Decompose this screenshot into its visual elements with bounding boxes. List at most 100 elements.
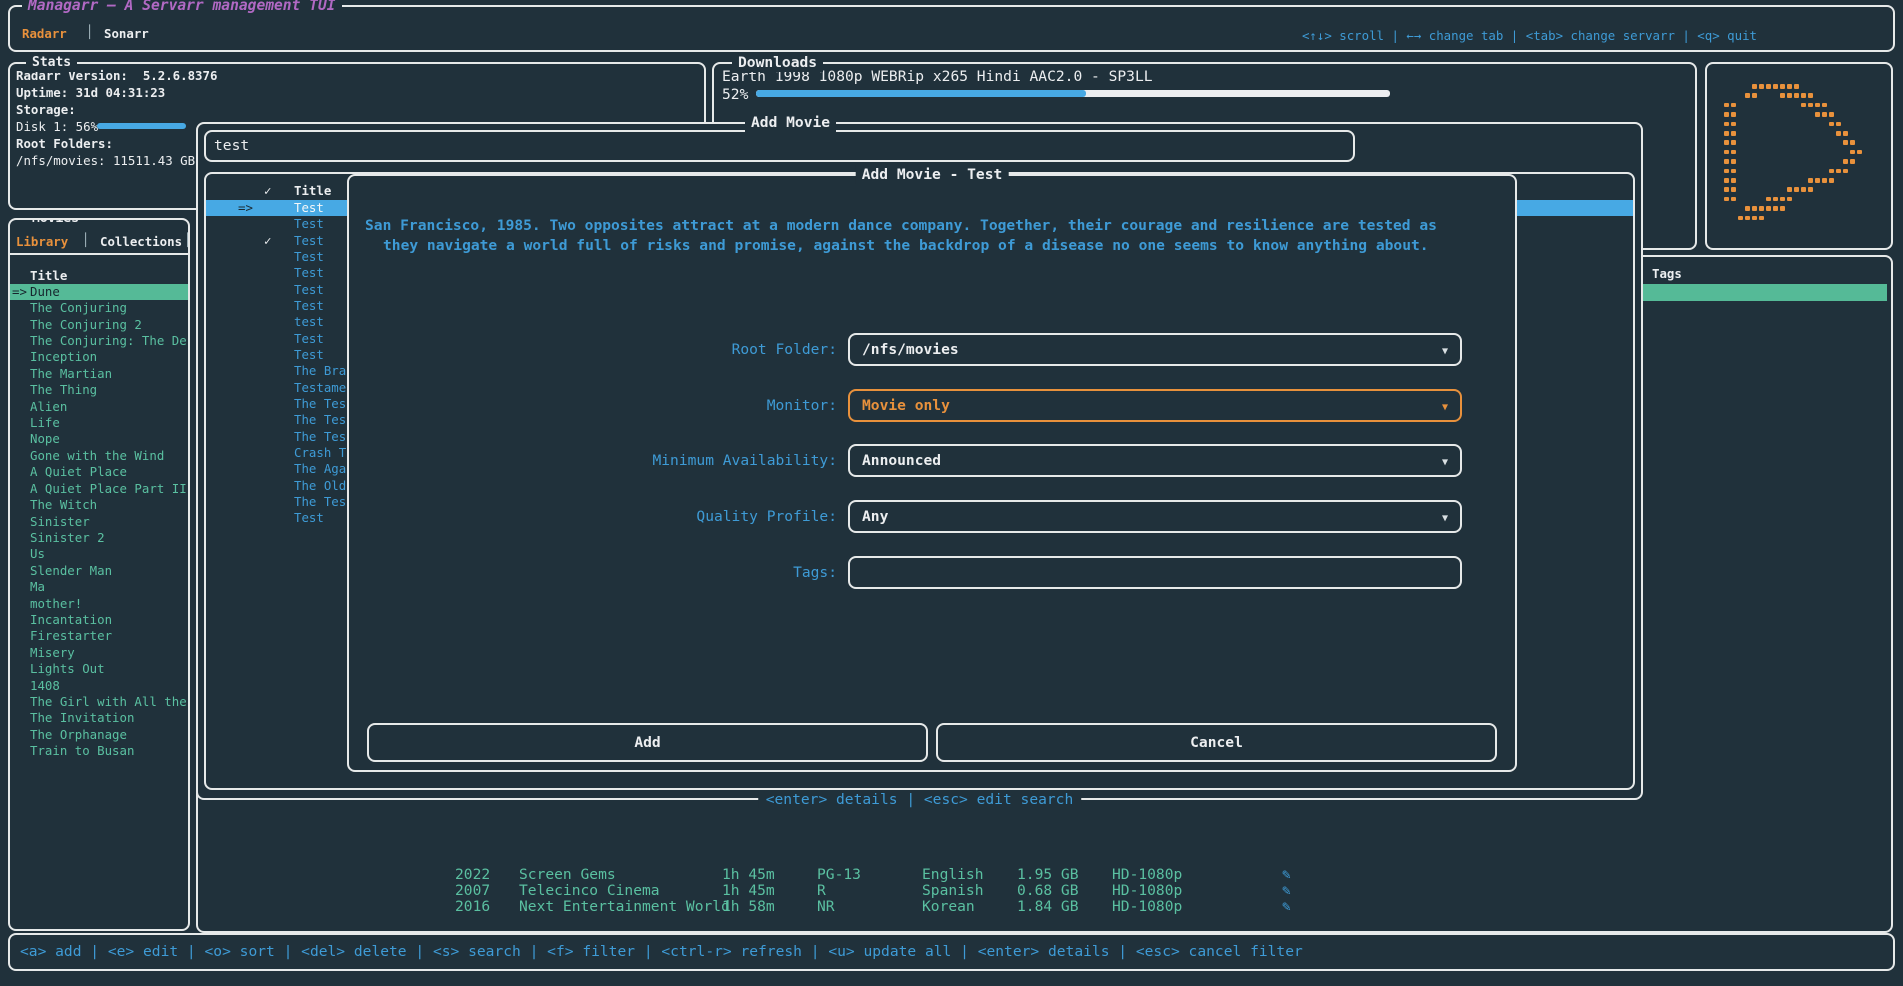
search-input-value[interactable]: test bbox=[214, 137, 249, 154]
movie-list-item[interactable]: Nope bbox=[10, 431, 188, 447]
form-field-select[interactable]: Any▼ bbox=[848, 500, 1462, 533]
stat-disk-label: Disk 1: 56% bbox=[16, 119, 98, 135]
form-field-tags-input[interactable] bbox=[848, 556, 1462, 589]
movie-list-item[interactable]: The Martian bbox=[10, 366, 188, 382]
tab-sonarr[interactable]: Sonarr bbox=[104, 26, 149, 42]
tab-separator-icon: │ bbox=[86, 24, 93, 40]
tabs-divider bbox=[8, 253, 190, 255]
movie-title: The Orphanage bbox=[30, 727, 127, 743]
movies-panel: Movies Library │ Collections │ Title =>D… bbox=[8, 218, 190, 931]
stat-root-folder-value: /nfs/movies: 11511.43 GB bbox=[16, 153, 195, 169]
movie-list-item[interactable]: mother! bbox=[10, 596, 188, 612]
movie-title: Train to Busan bbox=[30, 743, 134, 759]
movie-list-item[interactable]: Ma bbox=[10, 579, 188, 595]
cell-runtime: 1h 45m bbox=[722, 882, 775, 899]
form-field-label: Quality Profile: bbox=[349, 508, 837, 525]
add-button[interactable]: Add bbox=[367, 723, 928, 762]
movie-list-item[interactable]: =>Dune bbox=[10, 284, 188, 300]
form-field-value: Movie only bbox=[862, 397, 950, 414]
movie-list-item[interactable]: The Witch bbox=[10, 497, 188, 513]
movie-list-item[interactable]: Alien bbox=[10, 399, 188, 415]
movie-title: Sinister 2 bbox=[30, 530, 105, 546]
movie-list-item[interactable]: Firestarter bbox=[10, 628, 188, 644]
movie-title: Misery bbox=[30, 645, 75, 661]
result-title: Test bbox=[294, 200, 324, 216]
cancel-button[interactable]: Cancel bbox=[936, 723, 1497, 762]
movie-title: The Girl with All the bbox=[30, 694, 187, 710]
cell-runtime: 1h 45m bbox=[722, 866, 775, 883]
movie-list-item[interactable]: The Conjuring 2 bbox=[10, 317, 188, 333]
form-field-select[interactable]: /nfs/movies▼ bbox=[848, 333, 1462, 366]
result-title: test bbox=[294, 314, 324, 330]
search-input-box[interactable]: test bbox=[204, 130, 1355, 162]
movie-list-item[interactable]: The Thing bbox=[10, 382, 188, 398]
stat-root-folders-label: Root Folders: bbox=[16, 136, 113, 152]
stats-title: Stats bbox=[26, 53, 77, 72]
result-title: The Test bbox=[294, 412, 354, 428]
download-progress-fill bbox=[756, 90, 1086, 97]
movie-title: The Witch bbox=[30, 497, 97, 513]
result-title: Crash Te bbox=[294, 445, 354, 461]
movie-list-item[interactable]: The Conjuring: The De bbox=[10, 333, 188, 349]
movie-list-item[interactable]: Inception bbox=[10, 349, 188, 365]
movie-list-item[interactable]: The Girl with All the bbox=[10, 694, 188, 710]
result-title: Test bbox=[294, 510, 324, 526]
tab-collections[interactable]: Collections bbox=[100, 234, 182, 250]
movie-list-item[interactable]: Gone with the Wind bbox=[10, 448, 188, 464]
movie-title: The Conjuring bbox=[30, 300, 127, 316]
movie-list-item[interactable]: A Quiet Place Part II bbox=[10, 481, 188, 497]
cell-year: 2022 bbox=[455, 866, 490, 883]
result-title: Test bbox=[294, 216, 324, 232]
add-movie-modal: Add Movie - Test San Francisco, 1985. Tw… bbox=[347, 174, 1517, 772]
cell-studio: Screen Gems bbox=[519, 866, 616, 883]
movie-list-item[interactable]: 1408 bbox=[10, 678, 188, 694]
movie-list-item[interactable]: Life bbox=[10, 415, 188, 431]
movie-list-item[interactable]: The Orphanage bbox=[10, 727, 188, 743]
table-row[interactable]: 2007Telecinco Cinema1h 45mRSpanish0.68 G… bbox=[198, 882, 1887, 899]
stat-storage-label: Storage: bbox=[16, 102, 76, 118]
form-field-select[interactable]: Movie only▼ bbox=[848, 389, 1462, 422]
movie-title: A Quiet Place bbox=[30, 464, 127, 480]
cell-rating: NR bbox=[817, 898, 835, 915]
form-field-select[interactable]: Announced▼ bbox=[848, 444, 1462, 477]
movie-list-item[interactable]: Incantation bbox=[10, 612, 188, 628]
movie-title: mother! bbox=[30, 596, 82, 612]
add-movie-footer-keybinds: <enter> details | <esc> edit search bbox=[758, 791, 1082, 808]
global-keybinds: <↑↓> scroll | ←→ change tab | <tab> chan… bbox=[1302, 28, 1757, 44]
movie-title: The Conjuring 2 bbox=[30, 317, 142, 333]
movie-title: A Quiet Place Part II bbox=[30, 481, 187, 497]
tab-radarr[interactable]: Radarr bbox=[22, 26, 67, 42]
tab-library[interactable]: Library bbox=[16, 234, 68, 250]
movie-list-item[interactable]: Train to Busan bbox=[10, 743, 188, 759]
cell-studio: Telecinco Cinema bbox=[519, 882, 660, 899]
button-label: Cancel bbox=[1190, 734, 1243, 751]
movie-list-item[interactable]: A Quiet Place bbox=[10, 464, 188, 480]
movie-list-item[interactable]: Lights Out bbox=[10, 661, 188, 677]
cell-rating: PG-13 bbox=[817, 866, 861, 883]
header-window: Managarr — A Servarr management TUI Rada… bbox=[8, 5, 1895, 52]
dropdown-arrow-icon: ▼ bbox=[1442, 511, 1448, 527]
movie-title: Gone with the Wind bbox=[30, 448, 164, 464]
table-row[interactable]: 2016Next Entertainment World1h 58mNRKore… bbox=[198, 898, 1887, 915]
movie-list-item[interactable]: Us bbox=[10, 546, 188, 562]
cell-quality: HD-1080p bbox=[1112, 866, 1182, 883]
movie-list-item[interactable]: The Conjuring bbox=[10, 300, 188, 316]
movie-list-item[interactable]: Sinister bbox=[10, 514, 188, 530]
monitored-icon: ✎ bbox=[1282, 898, 1291, 915]
disk-usage-bar bbox=[97, 123, 186, 129]
movie-list-item[interactable]: Misery bbox=[10, 645, 188, 661]
form-field-value: /nfs/movies bbox=[862, 341, 959, 358]
movie-list-item[interactable]: Slender Man bbox=[10, 563, 188, 579]
movie-title: The Conjuring: The De bbox=[30, 333, 187, 349]
movie-title: The Martian bbox=[30, 366, 112, 382]
keybar-text: <a> add | <e> edit | <o> sort | <del> de… bbox=[20, 943, 1303, 960]
movie-list-item[interactable]: The Invitation bbox=[10, 710, 188, 726]
result-title: Test bbox=[294, 331, 324, 347]
cell-quality: HD-1080p bbox=[1112, 898, 1182, 915]
column-header-tags: Tags bbox=[1652, 266, 1682, 282]
movie-title: Alien bbox=[30, 399, 67, 415]
form-field-value: Announced bbox=[862, 452, 941, 469]
table-row[interactable]: 2022Screen Gems1h 45mPG-13English1.95 GB… bbox=[198, 866, 1887, 883]
movie-list-item[interactable]: Sinister 2 bbox=[10, 530, 188, 546]
movie-title: Incantation bbox=[30, 612, 112, 628]
